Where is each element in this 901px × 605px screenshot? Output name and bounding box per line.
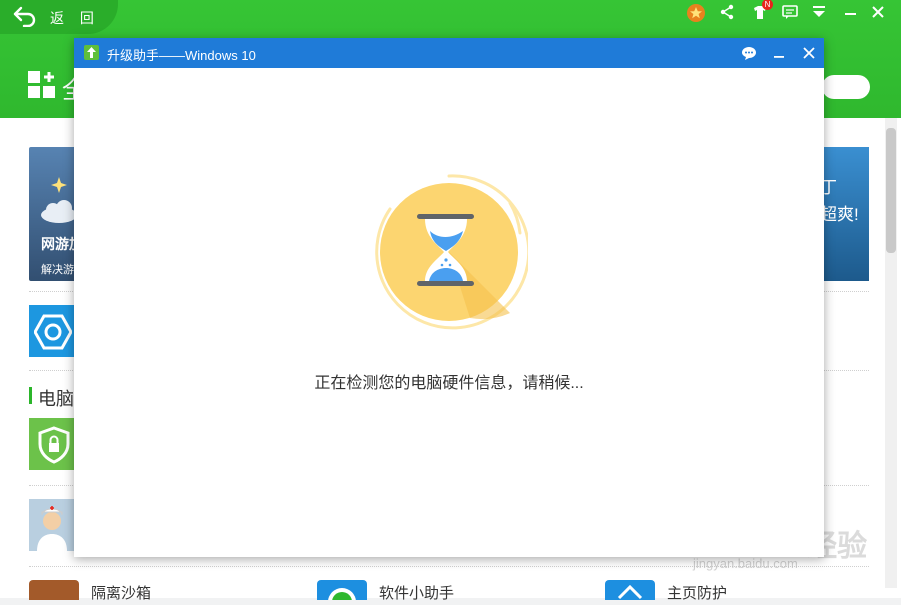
back-button[interactable]: 返 回: [0, 0, 118, 34]
promo-banner-line2: 超爽!: [820, 205, 859, 224]
software-helper-icon[interactable]: [317, 580, 367, 605]
minimize-icon[interactable]: [840, 2, 860, 22]
back-arrow-icon: [13, 6, 36, 27]
scrollbar-thumb[interactable]: [886, 128, 896, 253]
doctor-tool-tile[interactable]: [29, 499, 75, 551]
dialog-titlebar[interactable]: 升级助手——Windows 10: [74, 38, 824, 68]
gear-icon: [34, 314, 72, 350]
search-input[interactable]: [822, 75, 870, 99]
banner-left-subtitle: 解决游: [41, 264, 74, 276]
cloud-star-icon: [41, 177, 77, 223]
baidu-watermark-url: jingyan.baidu.com: [693, 556, 798, 571]
doctor-avatar-icon: [29, 499, 75, 551]
upgrade-arrow-icon: [84, 45, 99, 60]
close-icon[interactable]: [868, 2, 888, 22]
menu-down-icon[interactable]: [809, 2, 829, 22]
hourglass-loading-icon: [375, 174, 528, 330]
dialog-minimize-icon[interactable]: [768, 42, 790, 64]
sandbox-icon[interactable]: [29, 580, 79, 600]
medal-icon[interactable]: [686, 3, 706, 23]
message-icon[interactable]: [780, 2, 800, 22]
homepage-protect-label[interactable]: 主页防护: [667, 582, 727, 603]
feedback-icon[interactable]: [738, 42, 760, 64]
detection-status-text: 正在检测您的电脑硬件信息，请稍候...: [314, 375, 584, 392]
section-marker: [29, 387, 32, 404]
upgrade-assistant-dialog: 升级助手——Windows 10 正在检测您的电脑硬件信息，请稍候...: [74, 38, 824, 557]
apps-grid-icon: [28, 71, 55, 98]
share-icon[interactable]: [717, 2, 737, 22]
sandbox-label[interactable]: 隔离沙箱: [91, 582, 151, 603]
security-tool-tile[interactable]: [29, 418, 75, 470]
settings-tool-tile[interactable]: [29, 305, 75, 357]
dialog-title: 升级助手——Windows 10: [107, 48, 256, 63]
section-title: 电脑: [38, 389, 74, 409]
dialog-close-icon[interactable]: [798, 42, 820, 64]
notification-shirt-icon[interactable]: N: [750, 0, 773, 22]
shield-lock-icon: [38, 426, 70, 464]
software-helper-label[interactable]: 软件小助手: [379, 582, 454, 603]
back-label: 返 回: [50, 10, 100, 26]
homepage-protect-icon[interactable]: [605, 580, 655, 600]
